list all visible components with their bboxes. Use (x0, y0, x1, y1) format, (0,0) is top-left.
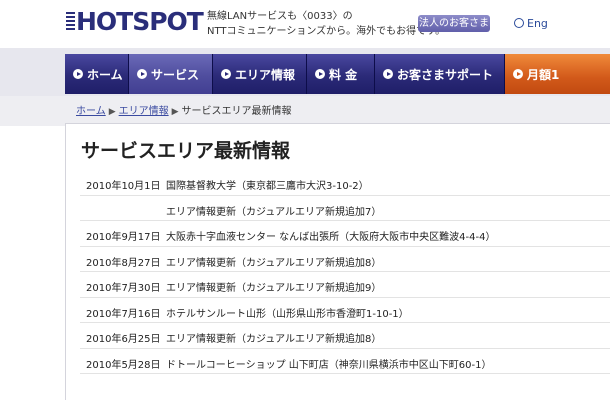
news-item: 2010年7月30日 エリア情報更新（カジュアルエリア新規追加9） (80, 272, 610, 298)
news-text: 国際基督教大学（東京都三鷹市大沢3-10-2） (166, 181, 369, 192)
breadcrumb-arrow-icon: ▶ (171, 107, 179, 117)
logo-text: HOTSPOT (76, 7, 204, 36)
breadcrumb-arrow-icon: ▶ (108, 107, 116, 117)
arrow-circle-icon (221, 69, 231, 79)
news-text: ホテルサンルート山形（山形県山形市香澄町1-10-1） (166, 308, 409, 320)
breadcrumb-home-link[interactable]: ホーム (76, 106, 106, 117)
nav-item-label: サービス (151, 67, 200, 82)
site-header: HOTSPOT 無線LANサービスも〈0033〉の NTTコミュニケーションズか… (0, 0, 610, 48)
news-text: エリア情報更新（カジュアルエリア新規追加7） (166, 206, 382, 218)
arrow-circle-icon (73, 69, 83, 79)
tagline-line1: 無線LANサービスも〈0033〉の (207, 11, 353, 22)
page-title: サービスエリア最新情報 (81, 140, 291, 162)
news-text: エリア情報更新（カジュアルエリア新規追加8） (166, 257, 382, 269)
nav-item-label: ホーム (87, 67, 123, 82)
global-nav: ホーム サービス エリア情報 料 金 お客さまサポート 月額1 (65, 54, 610, 94)
nav-item-home[interactable]: ホーム (65, 54, 129, 94)
nav-item-label: お客さまサポート (397, 67, 494, 82)
arrow-circle-icon (513, 69, 523, 79)
news-item: 2010年7月16日 ホテルサンルート山形（山形県山形市香澄町1-10-1） (80, 298, 610, 323)
nav-item-label: 月額1 (527, 67, 560, 82)
nav-item-monthly[interactable]: 月額1 (505, 54, 610, 94)
news-date: 2010年5月28日 (86, 359, 161, 371)
nav-item-label: 料 金 (329, 67, 358, 82)
news-date: 2010年8月27日 (86, 257, 161, 269)
news-date: 2010年7月16日 (86, 308, 161, 320)
hotspot-logo[interactable]: HOTSPOT (66, 7, 204, 39)
nav-item-label: エリア情報 (235, 67, 296, 82)
arrow-circle-icon (137, 69, 147, 79)
news-date: 2010年6月25日 (86, 334, 161, 345)
arrow-circle-icon (315, 69, 325, 79)
tagline: 無線LANサービスも〈0033〉の NTTコミュニケーションズから。海外でもお得… (207, 9, 445, 39)
news-text: エリア情報更新（カジュアルエリア新規追加8） (166, 334, 382, 345)
breadcrumb-current: サービスエリア最新情報 (181, 106, 292, 117)
global-nav-bar: ホーム サービス エリア情報 料 金 お客さまサポート 月額1 (0, 48, 610, 96)
nav-item-pricing[interactable]: 料 金 (307, 54, 375, 94)
news-text: 大阪赤十字血液センター なんば出張所（大阪府大阪市中央区難波4-4-4） (166, 232, 496, 243)
news-date: 2010年9月17日 (86, 232, 161, 243)
nav-item-support[interactable]: お客さまサポート (375, 54, 505, 94)
news-item: 2010年5月28日 ドトールコーヒーショップ 山下町店（神奈川県横浜市中区山下町… (80, 349, 610, 374)
nav-item-area-info[interactable]: エリア情報 (213, 54, 307, 94)
logo-bars-icon (66, 12, 75, 34)
news-item: 2010年10月1日 国際基督教大学（東京都三鷹市大沢3-10-2） (80, 170, 610, 196)
news-item: 2010年6月25日 エリア情報更新（カジュアルエリア新規追加8） (80, 323, 610, 349)
globe-icon (514, 18, 524, 28)
news-text: ドトールコーヒーショップ 山下町店（神奈川県横浜市中区山下町60-1） (166, 359, 492, 371)
corporate-customers-button[interactable]: 法人のお客さま (418, 15, 490, 32)
tagline-line2: NTTコミュニケーションズから。海外でもお得です。 (207, 26, 446, 37)
english-link[interactable]: Eng (514, 17, 548, 30)
english-link-label: Eng (527, 17, 548, 30)
news-text: エリア情報更新（カジュアルエリア新規追加9） (166, 283, 382, 294)
news-item: 2010年9月17日 大阪赤十字血液センター なんば出張所（大阪府大阪市中央区難波… (80, 221, 610, 247)
nav-item-service[interactable]: サービス (129, 54, 213, 94)
news-date: 2010年10月1日 (86, 181, 161, 192)
news-item: エリア情報更新（カジュアルエリア新規追加7） (80, 196, 610, 221)
news-date: 2010年7月30日 (86, 283, 161, 294)
news-item: 2010年8月27日 エリア情報更新（カジュアルエリア新規追加8） (80, 247, 610, 272)
breadcrumb: ホーム ▶ エリア情報 ▶ サービスエリア最新情報 (76, 102, 292, 117)
arrow-circle-icon (383, 69, 393, 79)
news-list: 2010年10月1日 国際基督教大学（東京都三鷹市大沢3-10-2） エリア情報更… (80, 170, 610, 374)
breadcrumb-area-info-link[interactable]: エリア情報 (119, 106, 169, 117)
